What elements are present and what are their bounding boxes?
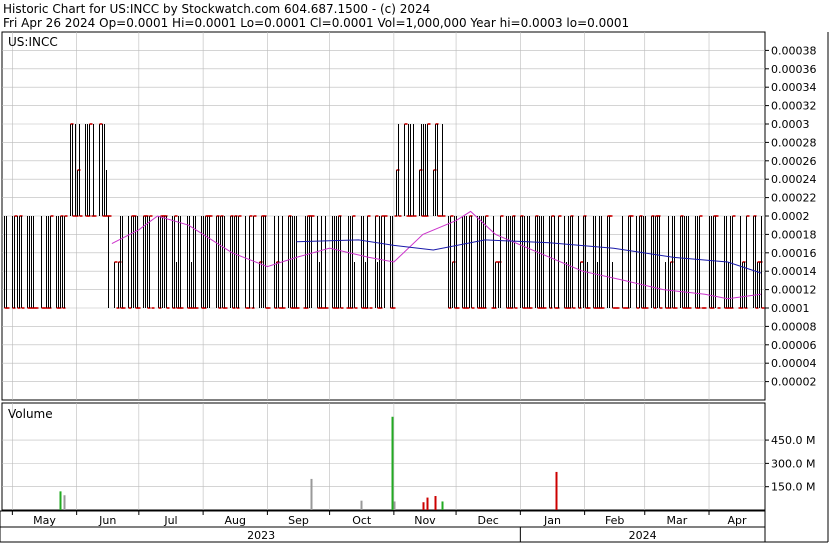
y-tick-label: 0.0002 [771,210,810,223]
month-label: Nov [414,514,436,527]
y-tick-label: 0.00032 [771,100,817,113]
y-tick-label: 0.00006 [771,339,817,352]
y-tick-label: 0.00022 [771,192,817,205]
y-tick-label: 0.00004 [771,357,817,370]
month-label: Apr [727,514,747,527]
month-label: Dec [478,514,499,527]
year-label: 2024 [629,529,657,542]
volume-label: Volume [8,407,53,421]
symbol-label: US:INCC [8,35,58,49]
y-tick-label: 0.00024 [771,173,817,186]
year-label: 2023 [247,529,275,542]
month-label: May [33,514,56,527]
y-tick-label: 0.00038 [771,44,817,57]
y-tick-label: 0.00008 [771,320,817,333]
month-label: Jun [98,514,116,527]
volume-frame [1,402,766,511]
y-tick-label: 0.0003 [771,118,810,131]
month-label: Oct [352,514,372,527]
y-tick-label: 0.00002 [771,376,817,389]
y-tick-label: 0.00012 [771,284,817,297]
volume-tick-label: 300.0 M [771,457,815,470]
month-label: Jul [163,514,177,527]
volume-tick-label: 450.0 M [771,434,815,447]
month-label: Aug [225,514,246,527]
month-label: Sep [288,514,309,527]
y-tick-label: 0.00036 [771,63,817,76]
stock-chart: 0.00038 0.00036 0.00034 0.00032 0.0003 0.0002… [0,31,829,543]
y-tick-label: 0.00014 [771,265,817,278]
y-tick-label: 0.00018 [771,228,817,241]
y-tick-label: 0.00016 [771,247,817,260]
time-axis: May Jun Jul Aug Sep Oct Nov Dec Jan Feb Mar Apr 2023… [0,510,766,543]
month-label: Jan [543,514,561,527]
month-label: Feb [605,514,624,527]
volume-panel: 450.0 M 300.0 M 150.0 M [1,402,815,511]
volume-tick-label: 150.0 M [771,481,815,494]
y-tick-label: 0.00034 [771,81,817,94]
y-tick-label: 0.00026 [771,155,817,168]
y-tick-label: 0.0001 [771,302,810,315]
y-tick-label: 0.00028 [771,136,817,149]
month-label: Mar [666,514,687,527]
